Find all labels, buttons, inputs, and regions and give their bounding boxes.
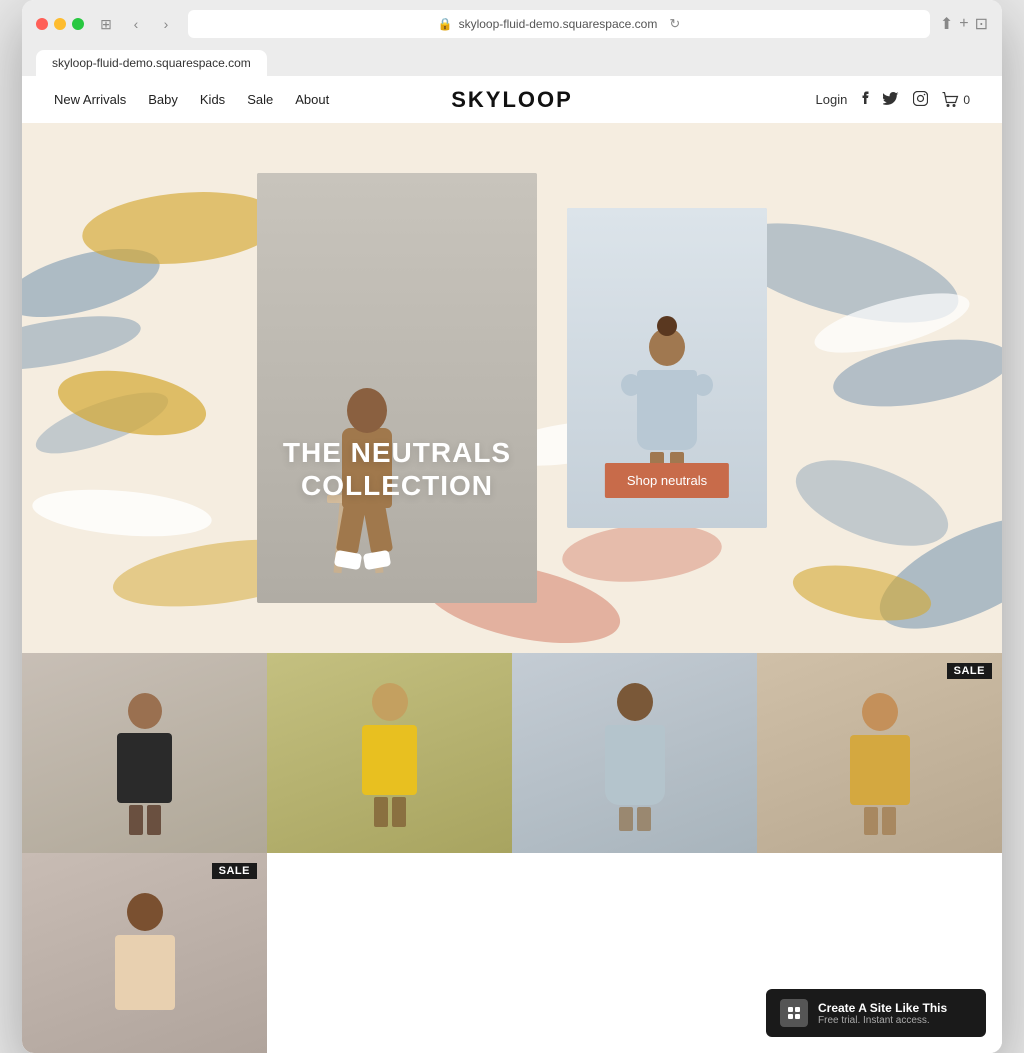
nav-about[interactable]: About (295, 92, 329, 107)
twitter-icon[interactable] (883, 92, 899, 108)
maximize-button[interactable] (72, 18, 84, 30)
nav-baby[interactable]: Baby (148, 92, 178, 107)
squarespace-banner[interactable]: Create A Site Like This Free trial. Inst… (766, 989, 986, 1037)
browser-top-bar: ⊞ ‹ › 🔒 skyloop-fluid-demo.squarespace.c… (36, 10, 988, 38)
nav-sale[interactable]: Sale (247, 92, 273, 107)
minimize-button[interactable] (54, 18, 66, 30)
browser-chrome: ⊞ ‹ › 🔒 skyloop-fluid-demo.squarespace.c… (22, 0, 1002, 76)
new-tab-icon[interactable]: + (959, 15, 968, 33)
hero-title: THE NEUTRALS COLLECTION (283, 436, 511, 503)
tab-switcher-button[interactable]: ⊞ (94, 12, 118, 36)
browser-actions: ⬆ + ⊡ (940, 14, 988, 34)
nav-new-arrivals[interactable]: New Arrivals (54, 92, 126, 107)
product-card[interactable] (267, 653, 512, 853)
shop-neutrals-button[interactable]: Shop neutrals (605, 463, 729, 498)
instagram-icon[interactable] (913, 91, 928, 109)
product-card[interactable]: SALE (22, 853, 267, 1053)
facebook-icon[interactable] (861, 90, 869, 109)
product-card[interactable] (512, 653, 757, 853)
nav-right: Login (816, 90, 971, 109)
split-view-icon[interactable]: ⊡ (975, 14, 988, 34)
nav-wrapper: New Arrivals Baby Kids Sale About SKYLOO… (22, 76, 1002, 123)
browser-tabs: skyloop-fluid-demo.squarespace.com (36, 46, 988, 76)
back-button[interactable]: ‹ (124, 12, 148, 36)
hero-photo-left: THE NEUTRALS COLLECTION (257, 173, 537, 603)
address-bar[interactable]: 🔒 skyloop-fluid-demo.squarespace.com ↻ (188, 10, 930, 38)
hero-text-overlay: THE NEUTRALS COLLECTION (283, 436, 511, 503)
hero-section: THE NEUTRALS COLLECTION (22, 123, 1002, 653)
squarespace-logo-icon (780, 999, 808, 1027)
lock-icon: 🔒 (438, 17, 453, 31)
sale-badge: SALE (212, 863, 257, 879)
login-link[interactable]: Login (816, 92, 848, 107)
site-nav: New Arrivals Baby Kids Sale About SKYLOO… (22, 76, 1002, 123)
squarespace-banner-text: Create A Site Like This Free trial. Inst… (818, 1001, 947, 1026)
browser-window: ⊞ ‹ › 🔒 skyloop-fluid-demo.squarespace.c… (22, 0, 1002, 1053)
browser-controls: ⊞ ‹ › (94, 12, 178, 36)
active-tab[interactable]: skyloop-fluid-demo.squarespace.com (36, 50, 267, 76)
nav-left: New Arrivals Baby Kids Sale About (54, 92, 329, 107)
close-button[interactable] (36, 18, 48, 30)
cart-icon-wrap[interactable]: 0 (942, 92, 970, 108)
traffic-lights (36, 18, 84, 30)
nav-kids[interactable]: Kids (200, 92, 225, 107)
site-logo[interactable]: SKYLOOP (451, 87, 573, 113)
site-content: New Arrivals Baby Kids Sale About SKYLOO… (22, 76, 1002, 1053)
url-text: skyloop-fluid-demo.squarespace.com (459, 17, 658, 31)
forward-button[interactable]: › (154, 12, 178, 36)
cart-count: 0 (963, 93, 970, 107)
share-icon[interactable]: ⬆ (940, 14, 953, 34)
reload-icon[interactable]: ↻ (669, 16, 680, 32)
sale-badge: SALE (947, 663, 992, 679)
product-card[interactable] (22, 653, 267, 853)
product-card[interactable]: SALE (757, 653, 1002, 853)
hero-photo-right: Shop neutrals (567, 208, 767, 528)
hero-content: THE NEUTRALS COLLECTION (22, 123, 1002, 653)
